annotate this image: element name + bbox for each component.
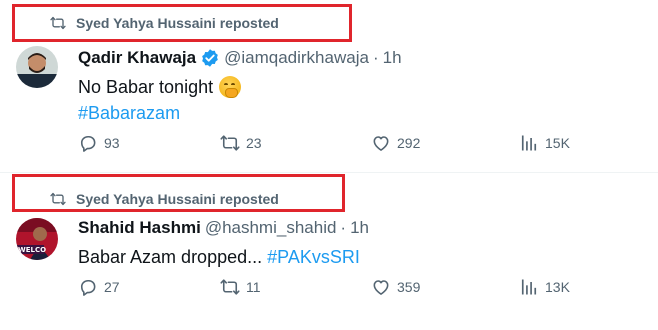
hashtag-link[interactable]: #Babarazam bbox=[78, 103, 180, 124]
repost-button[interactable]: 11 bbox=[220, 277, 261, 297]
post-timestamp[interactable]: 1h bbox=[350, 218, 369, 238]
author-name[interactable]: Shahid Hashmi bbox=[78, 218, 201, 238]
repost-icon bbox=[220, 135, 240, 151]
repost-button[interactable]: 23 bbox=[220, 133, 262, 153]
repost-indicator[interactable]: Syed Yahya Hussaini reposted bbox=[50, 15, 279, 31]
reply-count: 27 bbox=[104, 279, 120, 295]
face-with-hand-over-mouth-emoji-icon bbox=[219, 76, 242, 98]
author-name[interactable]: Qadir Khawaja bbox=[78, 48, 196, 68]
like-count: 292 bbox=[397, 135, 421, 151]
views-button[interactable]: 13K bbox=[519, 277, 570, 297]
reply-icon bbox=[80, 279, 96, 296]
svg-text:WELCO: WELCO bbox=[18, 246, 46, 254]
like-button[interactable]: 292 bbox=[371, 133, 420, 153]
repost-label: Syed Yahya Hussaini reposted bbox=[76, 15, 279, 31]
post-text: No Babar tonight bbox=[78, 76, 242, 98]
repost-icon bbox=[50, 16, 66, 30]
avatar-image: WELCO bbox=[16, 218, 58, 260]
post[interactable]: Syed Yahya Hussaini reposted Qadir Khawa… bbox=[0, 0, 658, 172]
hashtag-link[interactable]: #PAKvsSRI bbox=[267, 247, 360, 268]
like-count: 359 bbox=[397, 279, 421, 295]
author-handle[interactable]: @hashmi_shahid bbox=[205, 218, 337, 238]
repost-icon bbox=[50, 192, 66, 206]
separator-dot: · bbox=[340, 218, 347, 237]
view-count: 13K bbox=[545, 279, 570, 295]
post[interactable]: Syed Yahya Hussaini reposted WELCO Shahi… bbox=[0, 172, 658, 330]
like-button[interactable]: 359 bbox=[371, 277, 420, 297]
avatar[interactable] bbox=[16, 46, 58, 88]
views-chart-icon bbox=[521, 135, 537, 151]
avatar[interactable]: WELCO bbox=[16, 218, 58, 260]
repost-icon bbox=[220, 279, 240, 295]
post-body: No Babar tonight bbox=[78, 76, 214, 97]
reply-count: 93 bbox=[104, 135, 120, 151]
heart-icon bbox=[373, 136, 389, 151]
reply-button[interactable]: 93 bbox=[78, 133, 120, 153]
reply-button[interactable]: 27 bbox=[78, 277, 120, 297]
post-timestamp[interactable]: 1h bbox=[383, 48, 402, 68]
separator-dot: · bbox=[372, 48, 379, 67]
verified-badge-icon bbox=[202, 49, 218, 67]
repost-count: 23 bbox=[246, 135, 262, 151]
repost-count: 11 bbox=[246, 279, 261, 295]
author-handle[interactable]: @iamqadirkhawaja bbox=[224, 48, 369, 68]
post-body: Babar Azam dropped... bbox=[78, 247, 263, 267]
repost-indicator[interactable]: Syed Yahya Hussaini reposted bbox=[50, 191, 279, 207]
view-count: 15K bbox=[545, 135, 570, 151]
post-text: Babar Azam dropped... #PAKvsSRI bbox=[78, 247, 360, 268]
repost-label: Syed Yahya Hussaini reposted bbox=[76, 191, 279, 207]
views-button[interactable]: 15K bbox=[519, 133, 570, 153]
reply-icon bbox=[80, 135, 96, 152]
heart-icon bbox=[373, 280, 389, 295]
avatar-image bbox=[16, 46, 58, 88]
views-chart-icon bbox=[521, 279, 537, 295]
